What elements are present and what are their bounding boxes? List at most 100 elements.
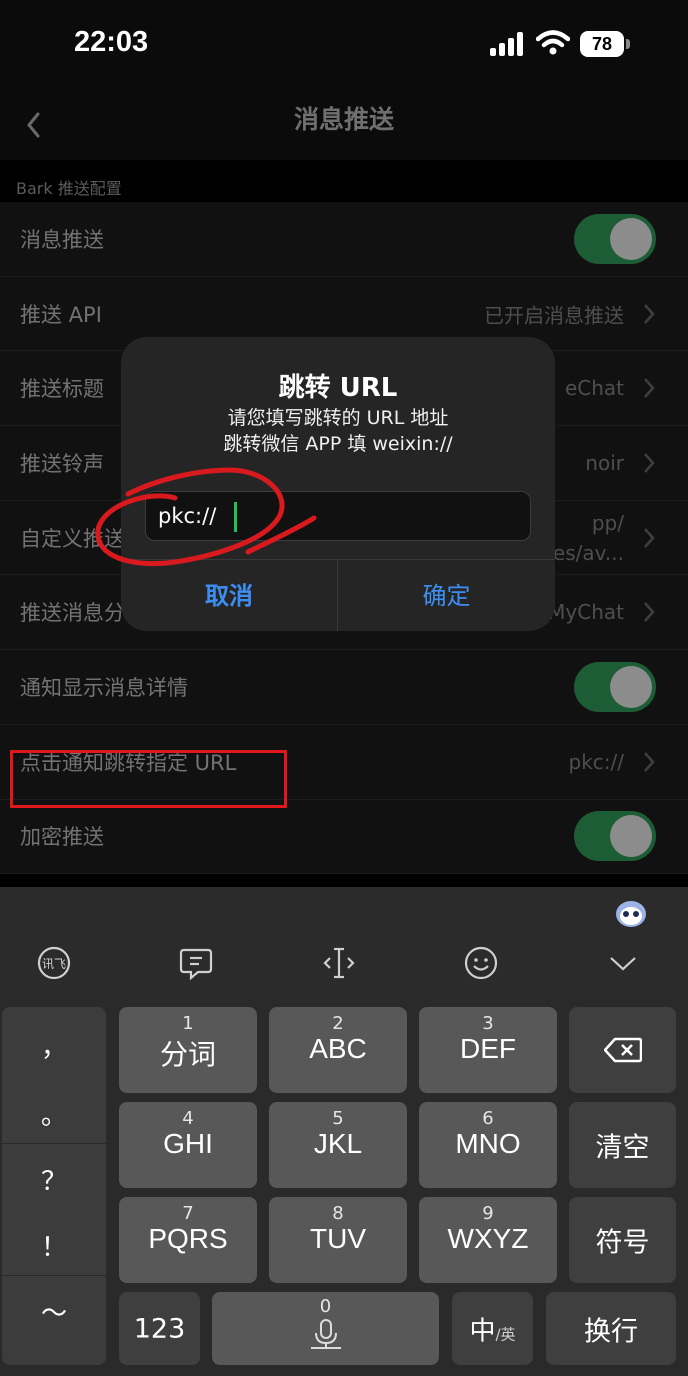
chevron-right-icon [644, 453, 655, 473]
dialog-message-line1: 请您填写跳转的 URL 地址 [227, 407, 449, 429]
symbol-label: 符号 [595, 1227, 650, 1259]
url-input[interactable]: pkc:// [145, 491, 531, 541]
language-sub: /英 [495, 1325, 516, 1343]
language-switch-key[interactable]: 中/英 [452, 1292, 533, 1365]
row-value: eChat [564, 376, 624, 401]
row-value-line1: pp/ [591, 510, 624, 535]
row-label: 推送 API [20, 302, 102, 327]
key-letters: GHI [163, 1128, 213, 1159]
dialog-title: 跳转 URL [278, 373, 398, 403]
show-details-toggle[interactable] [574, 661, 656, 712]
emoji-icon[interactable] [463, 945, 499, 981]
row-message-push[interactable]: 消息推送 [0, 202, 688, 277]
key-letters: WXYZ [447, 1223, 529, 1254]
backspace-key[interactable] [569, 1007, 676, 1093]
row-label: 加密推送 [20, 825, 104, 850]
key-1[interactable]: 1 分词 [119, 1007, 257, 1093]
clear-label: 清空 [595, 1132, 650, 1164]
text-caret [234, 502, 237, 532]
row-show-details[interactable]: 通知显示消息详情 [0, 650, 688, 725]
language-main: 中 [469, 1316, 496, 1346]
key-letters: 分词 [159, 1039, 216, 1070]
punct-key[interactable]: ！ [2, 1227, 106, 1264]
key-number: 5 [332, 1108, 344, 1129]
url-input-value: pkc:// [158, 504, 217, 528]
key-3[interactable]: 3 DEF [419, 1007, 557, 1093]
key-number: 9 [482, 1203, 494, 1224]
row-encrypt-push[interactable]: 加密推送 [0, 799, 688, 875]
row-label: 推送铃声 [20, 451, 104, 476]
dialog-buttons: 取消 确定 [121, 559, 555, 631]
wifi-icon [536, 30, 570, 55]
signal-icon [490, 32, 526, 56]
backspace-icon [604, 1037, 642, 1063]
space-number: 0 [319, 1296, 332, 1317]
confirm-button[interactable]: 确定 [338, 560, 555, 631]
key-8[interactable]: 8 TUV [269, 1197, 407, 1283]
battery-level: 78 [580, 31, 624, 57]
key-number: 1 [182, 1013, 194, 1034]
chevron-right-icon [644, 378, 655, 399]
encrypt-push-toggle[interactable] [574, 811, 656, 862]
key-letters: ABC [309, 1033, 367, 1064]
symbol-key[interactable]: 符号 [569, 1197, 676, 1283]
key-letters: TUV [310, 1223, 366, 1254]
dialog-message: 请您填写跳转的 URL 地址 跳转微信 APP 填 weixin:// [121, 405, 555, 457]
row-value: 已开启消息推送 [484, 303, 624, 328]
row-label: 通知显示消息详情 [20, 675, 188, 700]
punct-key[interactable]: ？ [2, 1161, 106, 1198]
chevron-right-icon [644, 303, 655, 324]
collapse-keyboard-icon[interactable] [605, 945, 641, 981]
key-4[interactable]: 4 GHI [119, 1102, 257, 1188]
row-label: 自定义推送 [20, 526, 125, 551]
chevron-right-icon [644, 527, 655, 548]
svg-text:讯飞: 讯飞 [42, 957, 66, 971]
key-9[interactable]: 9 WXYZ [419, 1197, 557, 1283]
numbers-label: 123 [133, 1313, 186, 1344]
status-time: 22:03 [74, 26, 149, 58]
space-key[interactable]: 0 [212, 1292, 439, 1365]
key-letters: DEF [460, 1033, 516, 1064]
url-dialog: 跳转 URL 请您填写跳转的 URL 地址 跳转微信 APP 填 weixin:… [121, 337, 555, 631]
mascot-icon[interactable] [614, 897, 648, 929]
row-value: noir [585, 450, 624, 475]
page-title: 消息推送 [293, 105, 394, 134]
row-value: MyChat [548, 600, 624, 625]
key-number: 2 [332, 1013, 344, 1034]
row-label: 推送标题 [20, 377, 104, 402]
row-value-line2: es/av... [552, 540, 624, 565]
clear-key[interactable]: 清空 [569, 1102, 676, 1188]
battery-icon: 78 [580, 31, 630, 57]
key-2[interactable]: 2 ABC [269, 1007, 407, 1093]
key-number: 3 [482, 1013, 494, 1034]
chevron-right-icon [644, 602, 655, 623]
punct-key[interactable]: 。 [2, 1095, 106, 1132]
key-7[interactable]: 7 PQRS [119, 1197, 257, 1283]
message-push-toggle[interactable] [574, 213, 656, 264]
dialog-message-line2: 跳转微信 APP 填 weixin:// [223, 433, 453, 455]
punct-key[interactable]: ～ [2, 1293, 106, 1330]
comment-icon[interactable] [178, 945, 214, 981]
numbers-key[interactable]: 123 [119, 1292, 200, 1365]
key-number: 8 [332, 1203, 344, 1224]
row-label: 消息推送 [20, 227, 104, 252]
status-bar: 22:03 78 [0, 0, 688, 90]
key-number: 4 [182, 1108, 194, 1129]
key-5[interactable]: 5 JKL [269, 1102, 407, 1188]
punctuation-column[interactable]: ， 。 ？ ！ ～ [2, 1007, 106, 1365]
annotation-highlight-box [10, 750, 287, 808]
xunfei-voice-icon[interactable]: 讯飞 [36, 945, 72, 981]
key-number: 7 [182, 1203, 194, 1224]
punct-key[interactable]: ， [2, 1027, 106, 1064]
keyboard-toolbar: 讯飞 [0, 887, 688, 999]
key-6[interactable]: 6 MNO [419, 1102, 557, 1188]
cursor-icon[interactable] [321, 945, 357, 981]
section-header: Bark 推送配置 [16, 179, 122, 198]
return-key[interactable]: 换行 [546, 1292, 676, 1365]
return-label: 换行 [584, 1316, 638, 1347]
key-number: 6 [482, 1108, 494, 1129]
cancel-button[interactable]: 取消 [121, 560, 338, 631]
key-letters: PQRS [148, 1223, 228, 1254]
microphone-icon [311, 1319, 341, 1349]
key-letters: JKL [313, 1128, 363, 1159]
